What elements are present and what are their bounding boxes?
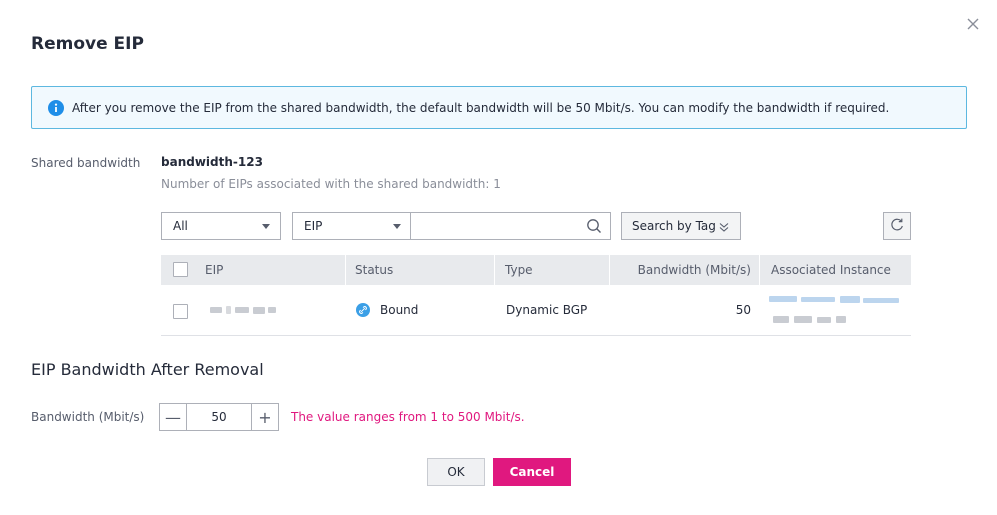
bandwidth-range-hint: The value ranges from 1 to 500 Mbit/s. (291, 410, 525, 424)
dialog-title: Remove EIP (31, 34, 144, 54)
shared-bandwidth-label: Shared bandwidth (31, 156, 141, 170)
select-all-checkbox[interactable] (173, 262, 188, 277)
search-icon[interactable] (586, 218, 602, 234)
increment-button[interactable]: + (251, 404, 278, 430)
search-by-tag-label: Search by Tag (632, 219, 716, 233)
column-divider (609, 255, 610, 285)
bandwidth-stepper: — 50 + (159, 403, 279, 431)
info-icon (48, 99, 64, 116)
status-text: Bound (380, 303, 419, 317)
shared-bandwidth-name: bandwidth-123 (161, 155, 263, 169)
table-header: EIP Status Type Bandwidth (Mbit/s) Assoc… (161, 255, 911, 285)
caret-down-icon (393, 224, 401, 229)
associated-eip-count: Number of EIPs associated with the share… (161, 177, 501, 191)
column-header-type: Type (505, 263, 533, 277)
bound-status-icon (356, 303, 370, 317)
info-message: After you remove the EIP from the shared… (72, 100, 890, 115)
type-text: Dynamic BGP (506, 303, 588, 317)
column-header-eip: EIP (205, 263, 224, 277)
column-divider (759, 255, 760, 285)
close-icon[interactable] (963, 14, 983, 34)
info-alert: After you remove the EIP from the shared… (31, 86, 967, 129)
table-row: Bound Dynamic BGP 50 (161, 285, 911, 336)
column-header-status: Status (355, 263, 394, 277)
row-checkbox[interactable] (173, 304, 188, 319)
caret-down-icon (262, 224, 270, 229)
field-select-value: EIP (304, 219, 323, 233)
refresh-button[interactable] (883, 212, 911, 240)
field-select[interactable]: EIP (292, 212, 411, 240)
ok-button[interactable]: OK (427, 458, 485, 486)
scope-select-value: All (173, 219, 188, 233)
remove-eip-dialog: Remove EIP After you remove the EIP from… (0, 0, 997, 515)
search-by-tag-button[interactable]: Search by Tag (621, 212, 741, 240)
cancel-button[interactable]: Cancel (493, 458, 571, 486)
column-divider (494, 255, 495, 285)
column-header-bandwidth: Bandwidth (Mbit/s) (637, 263, 751, 277)
bandwidth-input[interactable]: 50 (187, 404, 251, 430)
after-removal-section-title: EIP Bandwidth After Removal (31, 360, 264, 379)
search-input[interactable] (415, 214, 585, 238)
search-box (410, 212, 611, 240)
bandwidth-value: 50 (735, 303, 751, 317)
bandwidth-label: Bandwidth (Mbit/s) (31, 410, 145, 424)
refresh-icon (889, 217, 905, 236)
double-chevron-down-icon (718, 221, 730, 233)
column-header-associated-instance: Associated Instance (771, 263, 891, 277)
column-divider (345, 255, 346, 285)
scope-select[interactable]: All (161, 212, 281, 240)
decrement-button[interactable]: — (160, 404, 187, 430)
